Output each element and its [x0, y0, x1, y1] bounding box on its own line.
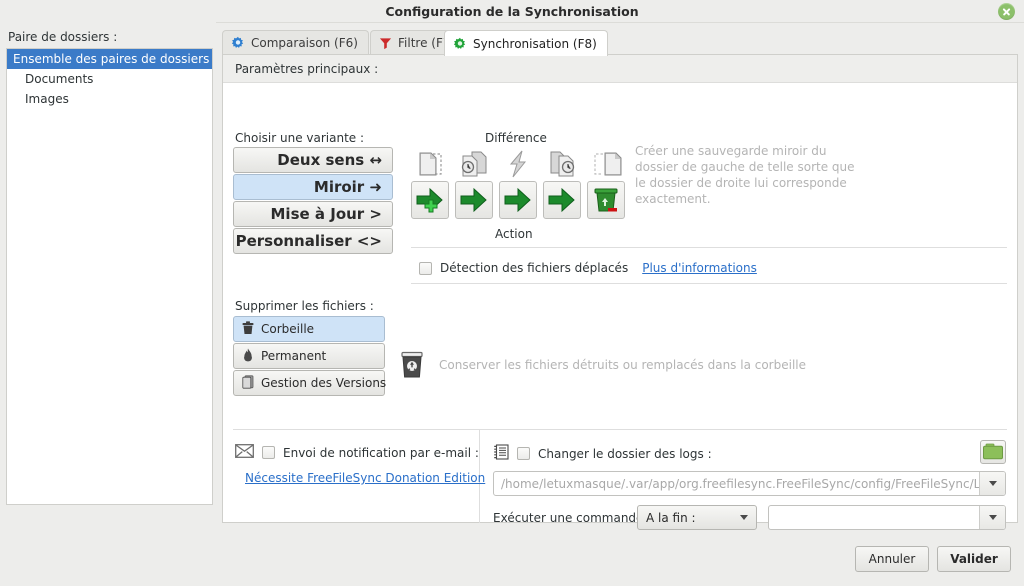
dialog-footer: Annuler Valider [0, 530, 1024, 586]
settings-panel: Comparaison (F6) Filtre (F7) Synchronisa… [216, 22, 1024, 530]
gear-icon-blue [231, 36, 245, 50]
recycle-bin-icon [399, 351, 425, 379]
versions-icon [242, 374, 254, 392]
main-params-label: Paramètres principaux : [235, 62, 379, 76]
log-list-icon [493, 444, 509, 463]
delete-option-recycle-bin-label: Corbeille [261, 322, 315, 336]
sync-settings-content: Paramètres principaux : Choisir une vari… [222, 54, 1018, 530]
action-button-overwrite-right-2[interactable] [499, 181, 537, 219]
variant-button-custom[interactable]: Personnaliser <> [233, 228, 393, 254]
tab-strip: Comparaison (F6) Filtre (F7) Synchronisa… [222, 30, 1018, 56]
variant-button-mirror[interactable]: Miroir ➜ [233, 174, 393, 200]
action-label: Action [495, 227, 533, 241]
moved-files-checkbox[interactable] [419, 261, 432, 275]
sidebar-item-all-pairs[interactable]: Ensemble des paires de dossiers [7, 49, 212, 69]
action-button-overwrite-right-3[interactable] [543, 181, 581, 219]
action-button-create-right[interactable] [411, 181, 449, 219]
logs-folder-label: Changer le dossier des logs : [538, 446, 712, 461]
folder-pair-label: Paire de dossiers : [8, 30, 118, 44]
title-bar: Configuration de la Synchronisation [0, 0, 1024, 23]
gear-icon-green [453, 37, 467, 51]
moved-files-more-info-link[interactable]: Plus d'informations [642, 261, 757, 275]
delete-option-permanent[interactable]: Permanent [233, 343, 385, 369]
trash-icon [242, 320, 254, 338]
logs-path-field[interactable]: /home/letuxmasque/.var/app/org.freefiles… [493, 471, 1006, 496]
cancel-button[interactable]: Annuler [855, 546, 929, 572]
action-button-overwrite-right-1[interactable] [455, 181, 493, 219]
moved-files-row: Détection des fichiers déplacés Plus d'i… [419, 261, 757, 275]
folder-pair-list[interactable]: Ensemble des paires de dossiers Document… [6, 48, 213, 505]
file-newer-right-icon [543, 148, 581, 180]
file-new-left-icon [411, 148, 449, 180]
tab-synchronisation-label: Synchronisation (F8) [473, 36, 597, 51]
logs-path-dropdown-icon[interactable] [979, 472, 1005, 495]
browse-folder-button[interactable] [980, 440, 1006, 464]
delete-option-versioning[interactable]: Gestion des Versions [233, 370, 387, 396]
variant-button-two-way[interactable]: Deux sens ↔ [233, 147, 393, 173]
envelope-icon [235, 444, 254, 461]
delete-option-versioning-label: Gestion des Versions [261, 376, 387, 390]
variant-description: Créer une sauvegarde miroir du dossier d… [635, 144, 855, 206]
moved-files-label: Détection des fichiers déplacés [440, 261, 629, 275]
run-command-dropdown-icon[interactable] [979, 506, 1005, 529]
variant-label: Choisir une variante : [235, 131, 365, 145]
run-command-input[interactable] [768, 505, 1006, 530]
logs-path-value: /home/letuxmasque/.var/app/org.freefiles… [501, 476, 979, 491]
difference-label: Différence [485, 131, 547, 145]
variant-button-update[interactable]: Mise à Jour > [233, 201, 393, 227]
file-newer-left-icon [455, 148, 493, 180]
logs-folder-row: Changer le dossier des logs : [493, 444, 712, 463]
delete-option-permanent-label: Permanent [261, 349, 327, 363]
funnel-icon-red [379, 36, 392, 50]
delete-files-label: Supprimer les fichiers : [235, 299, 374, 313]
sidebar-item-images[interactable]: Images [7, 89, 212, 109]
tab-comparaison-label: Comparaison (F6) [251, 36, 358, 50]
file-conflict-icon [499, 148, 537, 180]
sidebar-item-documents[interactable]: Documents [7, 69, 212, 89]
tab-comparaison[interactable]: Comparaison (F6) [222, 30, 369, 55]
run-command-when-select[interactable]: A la fin : [637, 505, 757, 530]
chevron-down-icon[interactable] [731, 506, 756, 529]
email-notification-row: Envoi de notification par e-mail : [235, 444, 479, 461]
run-command-label: Exécuter une commande : [493, 511, 652, 525]
email-notification-label: Envoi de notification par e-mail : [283, 445, 479, 460]
divider [411, 283, 1007, 284]
email-notification-checkbox[interactable] [262, 446, 275, 459]
action-button-delete-right[interactable] [587, 181, 625, 219]
folder-pair-panel: Paire de dossiers : Ensemble des paires … [0, 22, 216, 530]
donation-edition-link[interactable]: Nécessite FreeFileSync Donation Edition [245, 471, 485, 485]
flame-icon [242, 348, 254, 365]
run-command-when-value: A la fin : [646, 510, 696, 525]
window-title: Configuration de la Synchronisation [385, 4, 639, 19]
ok-button[interactable]: Valider [937, 546, 1011, 572]
divider [233, 429, 1007, 430]
file-delete-right-icon [587, 148, 625, 180]
tab-synchronisation[interactable]: Synchronisation (F8) [444, 30, 608, 56]
delete-files-description: Conserver les fichiers détruits ou rempl… [439, 358, 806, 372]
logs-folder-checkbox[interactable] [517, 447, 530, 460]
close-icon[interactable] [998, 3, 1015, 20]
delete-option-recycle-bin[interactable]: Corbeille [233, 316, 385, 342]
divider [411, 247, 1007, 248]
